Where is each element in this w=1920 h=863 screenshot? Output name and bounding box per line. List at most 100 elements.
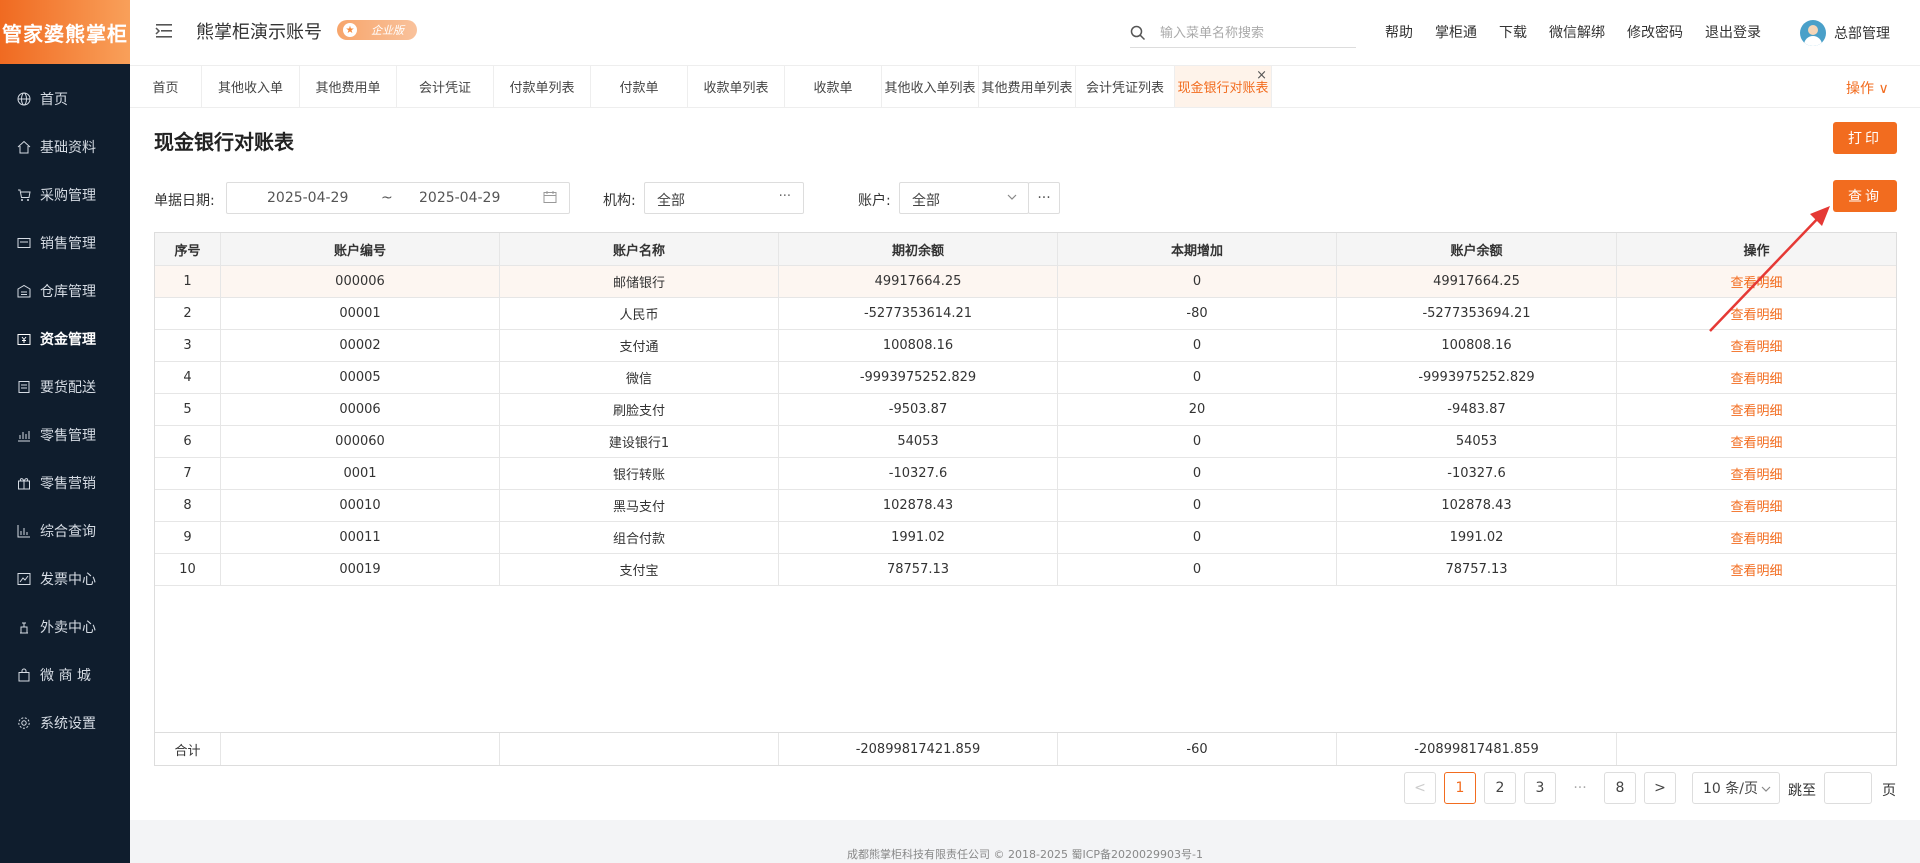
sidebar-item[interactable]: 微 商 城 xyxy=(0,651,130,699)
sidebar-item[interactable]: 基础资料 xyxy=(0,123,130,171)
tab[interactable]: 收款单 xyxy=(785,66,882,107)
account-select[interactable]: 全部 xyxy=(899,182,1029,214)
prev-page-button[interactable]: < xyxy=(1404,772,1436,804)
header-link[interactable]: 下载 xyxy=(1499,22,1527,42)
page-size-select[interactable]: 10 条/页 xyxy=(1692,772,1780,804)
query-button[interactable]: 查询 xyxy=(1833,180,1897,212)
sidebar-item[interactable]: 外卖中心 xyxy=(0,603,130,651)
table-row[interactable]: 2 00001 人民币 -5277353614.21 -80 -5277353694.21… xyxy=(155,298,1896,330)
tab[interactable]: 付款单列表 xyxy=(494,66,591,107)
column-header[interactable]: 操作 xyxy=(1617,233,1896,265)
org-select[interactable]: 全部 ··· xyxy=(644,182,804,214)
menu-search-input[interactable] xyxy=(1160,20,1350,46)
tab[interactable]: 其他费用单列表 xyxy=(979,66,1076,107)
table-cell: 10 xyxy=(155,554,221,585)
table-row[interactable]: 7 0001 银行转账 -10327.6 0 -10327.6 查看明细 xyxy=(155,458,1896,490)
page-button[interactable]: 1 xyxy=(1444,772,1476,804)
page-unit-label: 页 xyxy=(1882,783,1896,799)
column-header[interactable]: 账户编号 xyxy=(221,233,500,265)
tab[interactable]: 首页 xyxy=(130,66,202,107)
date-start[interactable]: 2025-04-29 xyxy=(267,190,348,206)
header-link[interactable]: 修改密码 xyxy=(1627,22,1683,42)
table-row[interactable]: 10 00019 支付宝 78757.13 0 78757.13 查看明细 xyxy=(155,554,1896,586)
close-icon[interactable]: × xyxy=(1256,68,1267,83)
view-detail-link[interactable]: 查看明细 xyxy=(1617,490,1896,521)
sidebar-item[interactable]: 零售营销 xyxy=(0,459,130,507)
tab[interactable]: 其他收入单 xyxy=(202,66,300,107)
table-cell: 8 xyxy=(155,490,221,521)
tab[interactable]: 收款单列表 xyxy=(688,66,785,107)
view-detail-link[interactable]: 查看明细 xyxy=(1617,554,1896,585)
page-ellipsis[interactable]: ··· xyxy=(1564,772,1596,804)
header-link[interactable]: 微信解绑 xyxy=(1549,22,1605,42)
page-button[interactable]: 3 xyxy=(1524,772,1556,804)
print-button[interactable]: 打印 xyxy=(1833,122,1897,154)
table-row[interactable]: 8 00010 黑马支付 102878.43 0 102878.43 查看明细 xyxy=(155,490,1896,522)
summary-cell-empty xyxy=(500,733,779,765)
tab[interactable]: 现金银行对账表 × xyxy=(1175,66,1272,107)
table-row[interactable]: 3 00002 支付通 100808.16 0 100808.16 查看明细 xyxy=(155,330,1896,362)
avatar[interactable] xyxy=(1800,20,1826,46)
tab-label: 收款单列表 xyxy=(703,81,769,96)
column-header[interactable]: 账户余额 xyxy=(1337,233,1617,265)
sidebar-item-label: 仓库管理 xyxy=(40,284,96,300)
view-detail-link[interactable]: 查看明细 xyxy=(1617,298,1896,329)
view-detail-link[interactable]: 查看明细 xyxy=(1617,394,1896,425)
column-header[interactable]: 序号 xyxy=(155,233,221,265)
tab[interactable]: 会计凭证列表 xyxy=(1076,66,1175,107)
tab[interactable]: 其他收入单列表 xyxy=(882,66,979,107)
funds-icon xyxy=(16,331,32,347)
table-row[interactable]: 1 000006 邮储银行 49917664.25 0 49917664.25 查看明细 xyxy=(155,266,1896,298)
column-header[interactable]: 期初余额 xyxy=(779,233,1058,265)
header-link[interactable]: 掌柜通 xyxy=(1435,22,1477,42)
tab-label: 首页 xyxy=(152,81,179,96)
menu-toggle-icon[interactable] xyxy=(154,21,174,41)
sidebar-item[interactable]: 综合查询 xyxy=(0,507,130,555)
view-detail-link[interactable]: 查看明细 xyxy=(1617,330,1896,361)
sidebar-item[interactable]: 发票中心 xyxy=(0,555,130,603)
user-name[interactable]: 总部管理 xyxy=(1834,23,1890,43)
header-link[interactable]: 帮助 xyxy=(1385,22,1413,42)
view-detail-link[interactable]: 查看明细 xyxy=(1617,522,1896,553)
view-detail-link[interactable]: 查看明细 xyxy=(1617,266,1896,297)
header-link[interactable]: 退出登录 xyxy=(1705,22,1761,42)
sidebar-item-label: 发票中心 xyxy=(40,572,96,588)
account-more-button[interactable]: ··· xyxy=(1028,182,1060,214)
column-header[interactable]: 账户名称 xyxy=(500,233,779,265)
view-detail-link[interactable]: 查看明细 xyxy=(1617,458,1896,489)
sidebar-item[interactable]: 要货配送 xyxy=(0,363,130,411)
view-detail-link[interactable]: 查看明细 xyxy=(1617,362,1896,393)
sidebar-item[interactable]: 零售管理 xyxy=(0,411,130,459)
date-range-picker[interactable]: 2025-04-29 ~ 2025-04-29 xyxy=(226,182,570,214)
line-chart-icon xyxy=(16,571,32,587)
brand-logo[interactable]: 管家婆熊掌柜 xyxy=(0,0,130,64)
view-detail-link[interactable]: 查看明细 xyxy=(1617,426,1896,457)
tab-operations-button[interactable]: 操作 ∨ xyxy=(1846,78,1889,98)
user-menu[interactable]: 总部管理 xyxy=(1800,20,1890,46)
table-cell: -5277353614.21 xyxy=(779,298,1058,329)
calendar-icon[interactable] xyxy=(543,190,557,208)
sidebar-item[interactable]: 采购管理 xyxy=(0,171,130,219)
tab[interactable]: 付款单 xyxy=(591,66,688,107)
sidebar-item[interactable]: 销售管理 xyxy=(0,219,130,267)
tab-label: 会计凭证 xyxy=(418,81,471,96)
tab[interactable]: 会计凭证 xyxy=(397,66,494,107)
tab[interactable]: 其他费用单 xyxy=(300,66,397,107)
page-button[interactable]: 8 xyxy=(1604,772,1636,804)
next-page-button[interactable]: > xyxy=(1644,772,1676,804)
table-cell: 54053 xyxy=(1337,426,1617,457)
sidebar-item[interactable]: 首页 xyxy=(0,75,130,123)
table-row[interactable]: 9 00011 组合付款 1991.02 0 1991.02 查看明细 xyxy=(155,522,1896,554)
table-row[interactable]: 6 000060 建设银行1 54053 0 54053 查看明细 xyxy=(155,426,1896,458)
table-row[interactable]: 4 00005 微信 -9993975252.829 0 -9993975252.829 查… xyxy=(155,362,1896,394)
column-header[interactable]: 本期增加 xyxy=(1058,233,1337,265)
sidebar-item[interactable]: 仓库管理 xyxy=(0,267,130,315)
summary-label: 合计 xyxy=(155,733,221,765)
page-button[interactable]: 2 xyxy=(1484,772,1516,804)
table-row[interactable]: 5 00006 刷脸支付 -9503.87 20 -9483.87 查看明细 xyxy=(155,394,1896,426)
org-more-icon[interactable]: ··· xyxy=(779,189,791,204)
sidebar-item[interactable]: 资金管理 xyxy=(0,315,130,363)
jump-page-input[interactable] xyxy=(1824,772,1872,804)
sidebar-item[interactable]: 系统设置 xyxy=(0,699,130,747)
date-end[interactable]: 2025-04-29 xyxy=(419,190,500,206)
